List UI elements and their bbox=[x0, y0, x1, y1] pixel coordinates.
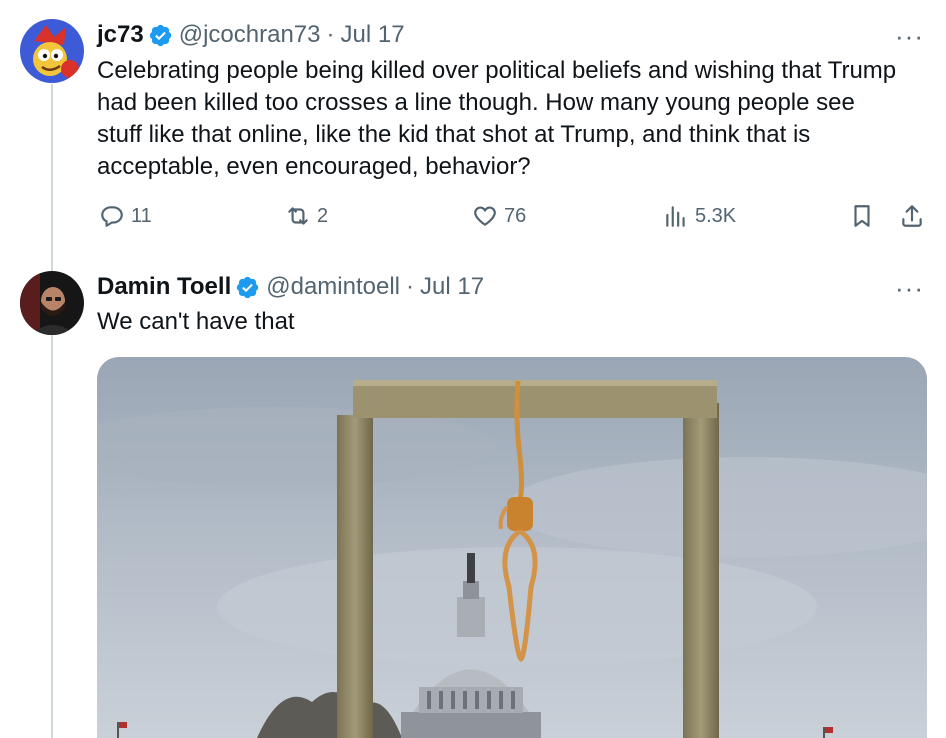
reply-count: 11 bbox=[131, 204, 152, 227]
action-bar: 11 2 76 5.3K bbox=[97, 198, 927, 234]
separator-dot: · bbox=[406, 273, 415, 300]
thread-line bbox=[51, 84, 53, 738]
tweet-text: Celebrating people being killed over pol… bbox=[97, 57, 897, 180]
gallows-photo bbox=[97, 357, 927, 738]
tweet-text: We can't have that bbox=[97, 308, 295, 335]
separator-dot: · bbox=[326, 21, 335, 48]
like-count: 76 bbox=[504, 204, 527, 227]
repost-count: 2 bbox=[317, 204, 329, 227]
avatar-image bbox=[20, 271, 84, 335]
views-button[interactable]: 5.3K bbox=[663, 198, 736, 234]
avatar[interactable] bbox=[20, 271, 84, 335]
more-icon[interactable]: ··· bbox=[895, 275, 924, 301]
tweet-header: Damin Toell @damintoell · Jul 17 bbox=[97, 271, 484, 303]
more-icon[interactable]: ··· bbox=[895, 23, 924, 49]
like-icon bbox=[474, 206, 496, 226]
share-icon bbox=[902, 205, 922, 227]
bookmark-button[interactable] bbox=[849, 198, 881, 234]
view-count: 5.3K bbox=[695, 204, 737, 227]
display-name[interactable]: Damin Toell bbox=[97, 273, 231, 301]
timestamp[interactable]: Jul 17 bbox=[341, 21, 405, 49]
repost-icon bbox=[288, 207, 308, 225]
reply-icon bbox=[101, 206, 123, 227]
avatar-image bbox=[20, 19, 84, 83]
like-button[interactable]: 76 bbox=[472, 198, 526, 234]
share-button[interactable] bbox=[899, 198, 931, 234]
tweet-header: jc73 @jcochran73 · Jul 17 bbox=[97, 19, 405, 51]
handle[interactable]: @damintoell bbox=[266, 273, 400, 301]
repost-button[interactable]: 2 bbox=[285, 198, 328, 234]
views-icon bbox=[666, 206, 685, 227]
bookmark-icon bbox=[854, 205, 870, 227]
avatar[interactable] bbox=[20, 19, 84, 83]
handle[interactable]: @jcochran73 bbox=[179, 21, 321, 49]
timestamp[interactable]: Jul 17 bbox=[420, 273, 484, 301]
verified-badge-icon bbox=[237, 276, 259, 298]
verified-badge-icon bbox=[149, 24, 171, 46]
display-name[interactable]: jc73 bbox=[97, 21, 144, 49]
tweet-media-image[interactable] bbox=[97, 357, 927, 738]
reply-button[interactable]: 11 bbox=[99, 198, 152, 234]
